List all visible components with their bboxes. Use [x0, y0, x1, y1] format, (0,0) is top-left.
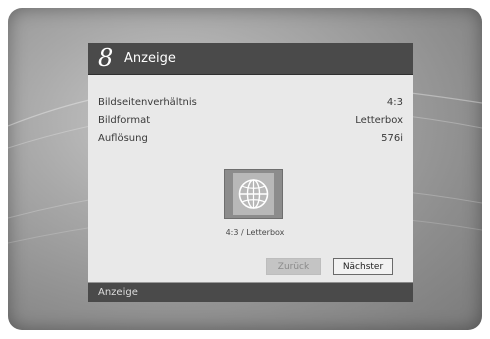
step-number: 8 [98, 44, 114, 72]
setting-label: Auflösung [98, 133, 148, 144]
setting-label: Bildformat [98, 115, 151, 126]
preview-caption: 4:3 / Letterbox [225, 228, 285, 237]
dialog-header: 8 Anzeige [88, 43, 413, 75]
status-bar: Anzeige [88, 283, 413, 302]
setting-value: Letterbox [355, 115, 403, 126]
setting-label: Bildseitenverhältnis [98, 97, 197, 108]
dialog-title: Anzeige [124, 51, 176, 66]
setting-value: 4:3 [386, 97, 403, 108]
back-button[interactable]: Zurück [266, 258, 321, 275]
setting-row-picture-format[interactable]: Bildformat Letterbox [98, 113, 403, 129]
status-text: Anzeige [98, 287, 138, 298]
setting-row-aspect-ratio[interactable]: Bildseitenverhältnis 4:3 [98, 95, 403, 111]
aspect-preview [224, 169, 283, 219]
setting-value: 576i [381, 133, 403, 144]
setting-row-resolution[interactable]: Auflösung 576i [98, 131, 403, 147]
globe-icon [238, 179, 269, 209]
preview-screen [233, 173, 274, 215]
next-button[interactable]: Nächster [333, 258, 393, 275]
